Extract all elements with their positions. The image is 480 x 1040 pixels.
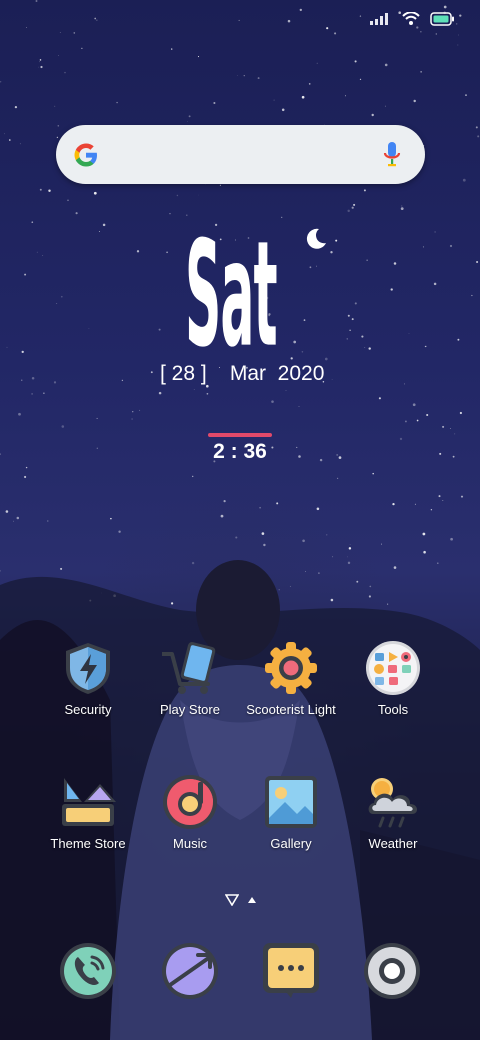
date-text: [ 28 ] Mar 2020	[160, 362, 330, 390]
gear-icon	[265, 642, 317, 694]
app-gallery[interactable]: Gallery	[241, 774, 341, 874]
page-indicator[interactable]	[225, 894, 257, 906]
app-play-store[interactable]: Play Store	[140, 640, 240, 740]
tools-folder-icon	[366, 641, 420, 695]
gallery-image-icon	[265, 776, 317, 828]
google-search-bar[interactable]	[56, 125, 425, 184]
accent-line	[208, 433, 272, 437]
month-year: Mar 2020	[229, 362, 325, 385]
app-label: Weather	[368, 836, 418, 851]
app-tools[interactable]: Tools	[343, 640, 443, 740]
app-security[interactable]: Security	[38, 640, 138, 740]
app-label: Tools	[377, 702, 409, 717]
battery-icon	[430, 12, 454, 26]
app-scooterist-light[interactable]: Scooterist Light	[241, 640, 341, 740]
nav-down-triangle-icon	[225, 894, 239, 906]
google-g-icon	[74, 143, 97, 167]
messages-icon[interactable]	[261, 941, 321, 1001]
phone-icon[interactable]	[58, 941, 118, 1001]
app-theme-store[interactable]: Theme Store	[38, 774, 138, 874]
mic-icon[interactable]	[383, 141, 401, 169]
date-day: [ 28 ]	[160, 362, 207, 385]
day-text: Sat	[185, 212, 278, 381]
camera-icon[interactable]	[362, 941, 422, 1001]
shopping-cart-icon	[162, 642, 216, 694]
app-weather[interactable]: Weather	[343, 774, 443, 874]
shield-bolt-icon	[66, 643, 110, 694]
status-bar	[370, 12, 454, 26]
wifi-icon	[402, 12, 420, 25]
weather-cloud-icon	[368, 778, 418, 828]
moon-icon	[306, 228, 326, 249]
nav-up-triangle-icon	[248, 897, 256, 903]
music-disc-icon	[163, 775, 217, 829]
time-text[interactable]: 2 : 36	[190, 440, 290, 464]
browser-compass-icon[interactable]	[160, 941, 220, 1001]
app-music[interactable]: Music	[140, 774, 240, 874]
theme-store-icon	[62, 778, 116, 826]
signal-icon	[370, 13, 388, 25]
